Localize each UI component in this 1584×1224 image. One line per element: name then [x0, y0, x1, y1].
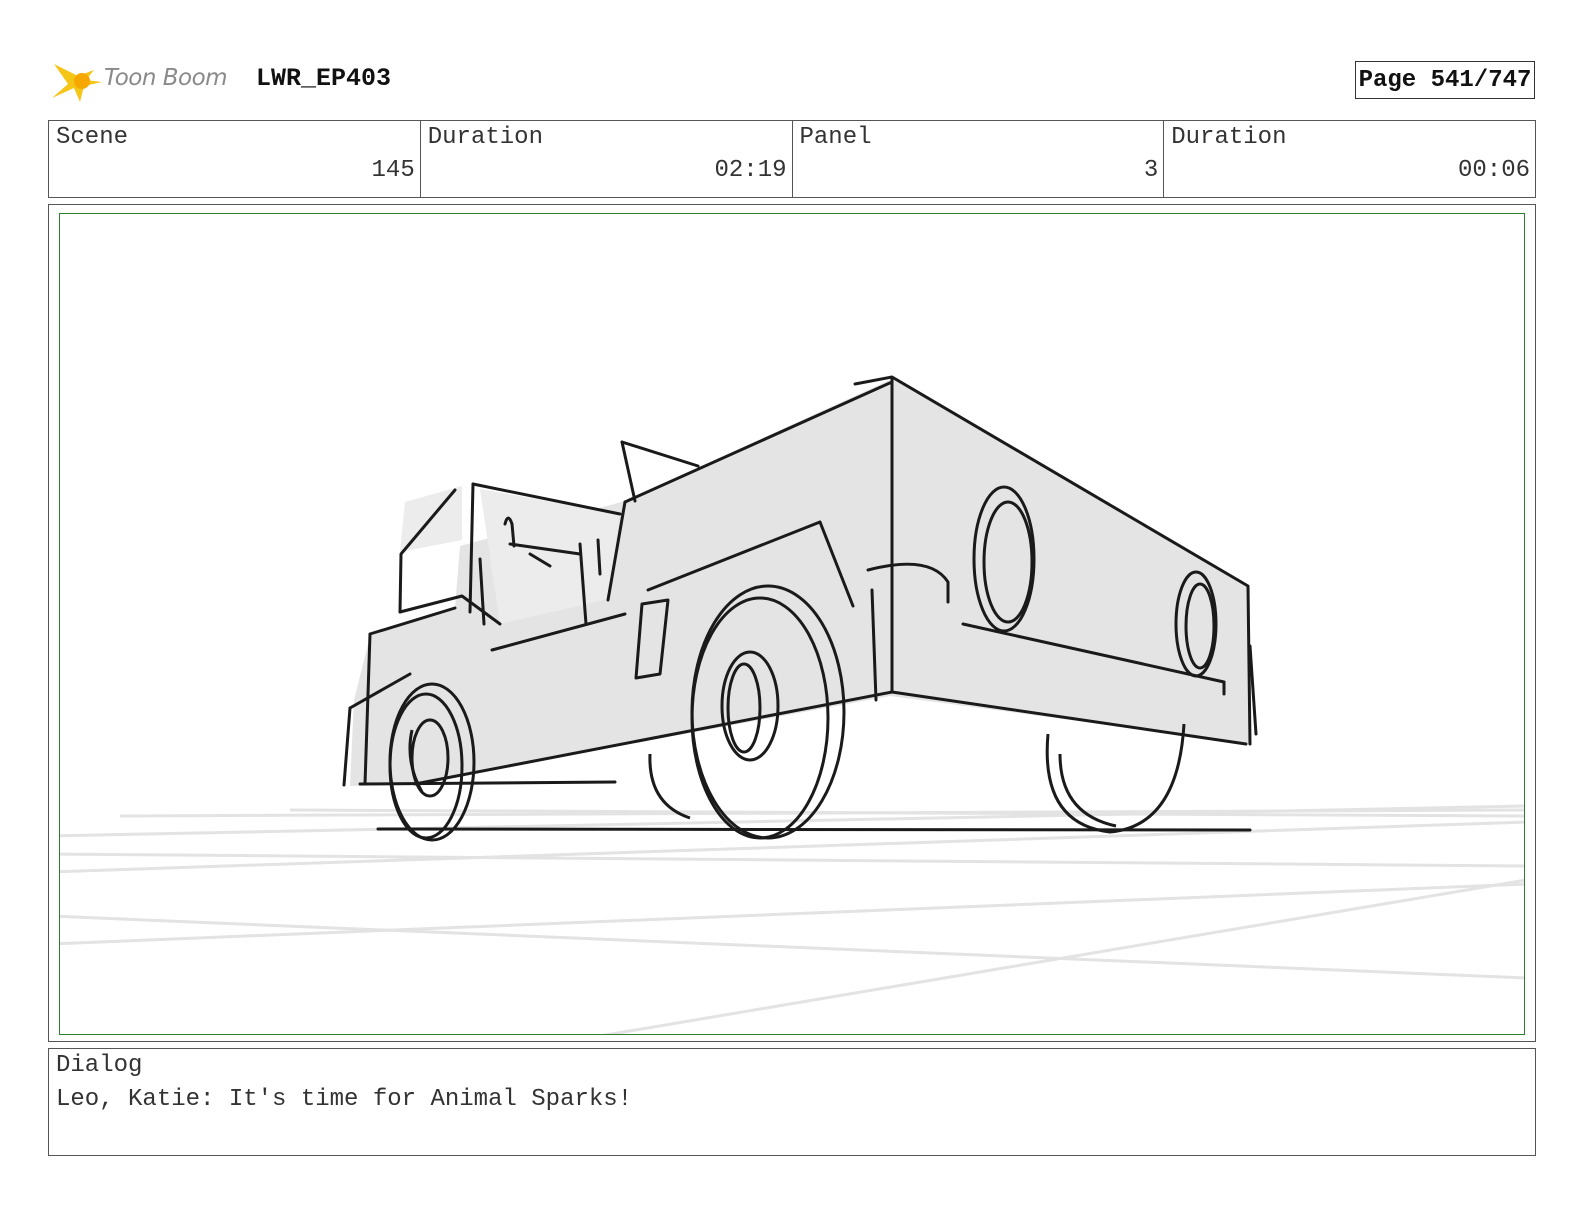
info-row: Scene 145 Duration 02:19 Panel 3 Duratio…: [48, 120, 1536, 198]
scene-duration-cell: Duration 02:19: [421, 121, 793, 197]
dialog-label: Dialog: [56, 1052, 143, 1079]
panel-duration-label: Duration: [1171, 124, 1287, 151]
dialog-box: Dialog Leo, Katie: It's time for Animal …: [48, 1048, 1536, 1156]
logo-wordmark: Toon Boom: [104, 65, 228, 91]
scene-cell: Scene 145: [49, 121, 421, 197]
panel-cell: Panel 3: [793, 121, 1165, 197]
panel-value: 3: [1143, 157, 1159, 184]
toon-boom-logo: Toon Boom: [50, 56, 240, 106]
scene-duration-value: 02:19: [714, 157, 787, 184]
panel-duration-cell: Duration 00:06: [1164, 121, 1535, 197]
panel-duration-value: 00:06: [1457, 157, 1530, 184]
scene-value: 145: [371, 157, 415, 184]
storyboard-panel: [59, 213, 1525, 1035]
panel-label: Panel: [799, 124, 872, 151]
dialog-text: Leo, Katie: It's time for Animal Sparks!: [56, 1086, 633, 1113]
storyboard-panel-frame: [48, 204, 1536, 1042]
page-indicator: Page 541/747: [1355, 61, 1535, 99]
truck-sketch: [60, 375, 1524, 1034]
scene-label: Scene: [56, 124, 129, 151]
scene-duration-label: Duration: [427, 124, 543, 151]
project-title: LWR_EP403: [256, 64, 392, 93]
starburst-icon: [52, 64, 102, 102]
